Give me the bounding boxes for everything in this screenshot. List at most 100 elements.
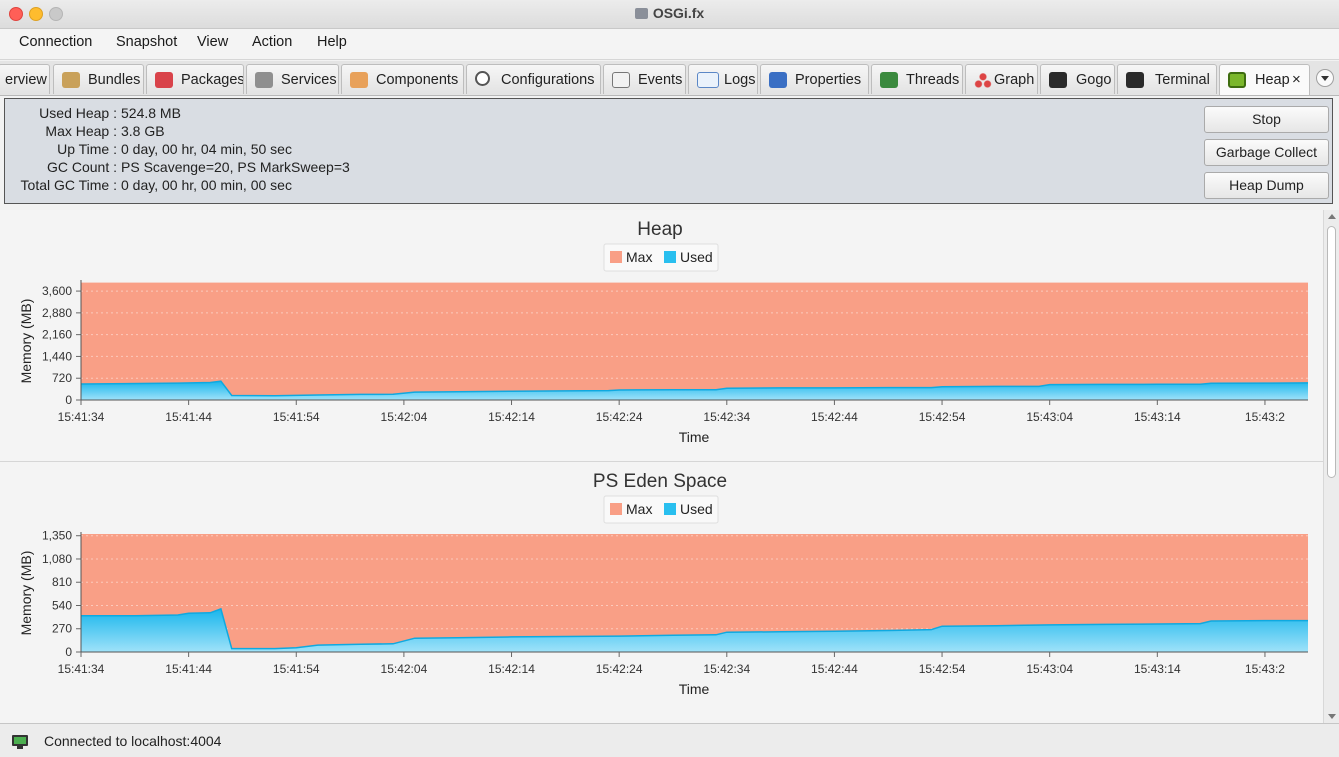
document-icon (634, 8, 648, 19)
x-tick-label: 15:41:44 (165, 662, 212, 676)
tab-label: Graph (994, 72, 1035, 88)
tab-label: Services (281, 72, 337, 88)
tab-label: Heap (1255, 72, 1290, 88)
legend-max-label: Max (626, 501, 652, 517)
tab-label: Terminal (1155, 72, 1210, 88)
x-tick-label: 15:42:24 (596, 410, 643, 424)
tab-services[interactable]: Services (246, 64, 339, 94)
graph-icon (974, 72, 992, 88)
tab-graph[interactable]: Graph (965, 64, 1038, 94)
logs-icon (697, 72, 719, 88)
scroll-up-arrow-icon[interactable] (1328, 214, 1336, 219)
properties-icon (769, 72, 787, 88)
menu-snapshot[interactable]: Snapshot (116, 34, 177, 50)
tab-label: Packages (181, 72, 244, 88)
tab-bundles[interactable]: Bundles (53, 64, 144, 94)
y-tick-label: 0 (65, 393, 72, 407)
x-tick-label: 15:42:04 (381, 662, 428, 676)
x-tick-label: 15:42:54 (919, 662, 966, 676)
connection-status: Connected to localhost:4004 (44, 733, 222, 749)
scroll-down-arrow-icon[interactable] (1328, 714, 1336, 719)
x-tick-label: 15:43:2 (1245, 662, 1285, 676)
tab-label: erview (5, 72, 47, 88)
y-tick-label: 540 (52, 598, 72, 612)
charts-scroll-area: Heap Max Used 0 720 1,440 2,160 2,880 3,600 15:41… (0, 210, 1323, 723)
x-tick-label: 15:41:54 (273, 662, 320, 676)
tab-bar: erview Bundles Packages Services Compone… (0, 61, 1339, 96)
tab-terminal[interactable]: Terminal (1117, 64, 1217, 94)
tab-logs[interactable]: Logs (688, 64, 758, 94)
tab-label: Gogo (1076, 72, 1112, 88)
tab-properties[interactable]: Properties (760, 64, 869, 94)
legend-used-swatch (664, 251, 676, 263)
menu-connection[interactable]: Connection (19, 34, 92, 50)
status-bar: Connected to localhost:4004 (0, 723, 1339, 757)
tab-label: Configurations (501, 72, 595, 88)
monitor-icon (12, 735, 28, 749)
x-axis-label: Time (679, 429, 710, 445)
x-tick-label: 15:43:2 (1245, 410, 1285, 424)
vertical-scrollbar[interactable] (1323, 210, 1339, 723)
legend-max-label: Max (626, 249, 652, 265)
tab-packages[interactable]: Packages (146, 64, 244, 94)
menu-action[interactable]: Action (252, 34, 292, 50)
x-tick-label: 15:43:14 (1134, 410, 1181, 424)
tab-label: Events (638, 72, 683, 88)
x-tick-label: 15:43:04 (1026, 410, 1073, 424)
menu-view[interactable]: View (197, 34, 228, 50)
x-tick-label: 15:42:24 (596, 662, 643, 676)
menu-help[interactable]: Help (317, 34, 347, 50)
tab-label: Properties (795, 72, 862, 88)
scrollbar-thumb[interactable] (1327, 226, 1336, 478)
services-icon (255, 72, 273, 88)
tab-close-icon[interactable]: × (1292, 65, 1301, 95)
ps-eden-space-chart: PS Eden Space Max Used 0 270 540 810 1,080 1,350… (18, 471, 1308, 697)
max-area (81, 282, 1308, 400)
legend-max-swatch (610, 251, 622, 263)
y-tick-label: 270 (52, 622, 72, 636)
tab-label: Threads (906, 72, 960, 88)
terminal-icon (1126, 72, 1144, 88)
x-tick-label: 15:43:14 (1134, 662, 1181, 676)
x-tick-label: 15:41:34 (58, 662, 105, 676)
stop-button[interactable]: Stop (1204, 106, 1329, 133)
legend-used-swatch (664, 503, 676, 515)
y-axis-label: Memory (MB) (18, 299, 34, 384)
heap-dump-button[interactable]: Heap Dump (1204, 172, 1329, 199)
tab-heap[interactable]: Heap × (1219, 64, 1310, 95)
legend-used-label: Used (680, 249, 713, 265)
console-icon (1049, 72, 1067, 88)
x-tick-label: 15:41:54 (273, 410, 320, 424)
info-label: Total GC Time : (20, 177, 117, 193)
tab-overview[interactable]: erview (0, 64, 50, 94)
info-value: 524.8 MB (121, 105, 181, 121)
tab-gogo[interactable]: Gogo (1040, 64, 1115, 94)
legend-used-label: Used (680, 501, 713, 517)
tab-overflow-menu-button[interactable] (1316, 69, 1334, 87)
tab-label: Bundles (88, 72, 141, 88)
y-tick-label: 1,350 (42, 529, 72, 543)
x-tick-label: 15:41:44 (165, 410, 212, 424)
y-tick-label: 1,080 (42, 552, 72, 566)
window-title-wrap: OSGi.fx (0, 0, 1339, 26)
x-tick-label: 15:42:44 (811, 410, 858, 424)
bundles-icon (62, 72, 80, 88)
tab-threads[interactable]: Threads (871, 64, 963, 94)
title-bar: OSGi.fx (0, 0, 1339, 29)
info-value: 3.8 GB (121, 123, 165, 139)
packages-icon (155, 72, 173, 88)
y-tick-label: 0 (65, 645, 72, 659)
tab-events[interactable]: Events (603, 64, 686, 94)
legend-max-swatch (610, 503, 622, 515)
tab-components[interactable]: Components (341, 64, 464, 94)
heap-chart: Heap Max Used 0 720 1,440 2,160 2,880 3,600 15:41… (18, 219, 1309, 445)
tab-label: Components (376, 72, 459, 88)
x-tick-label: 15:42:14 (488, 662, 535, 676)
info-value: PS Scavenge=20, PS MarkSweep=3 (121, 159, 350, 175)
tab-configurations[interactable]: Configurations (466, 64, 601, 94)
garbage-collect-button[interactable]: Garbage Collect (1204, 139, 1329, 166)
info-label: GC Count : (46, 159, 117, 175)
x-tick-label: 15:42:44 (811, 662, 858, 676)
y-axis-label: Memory (MB) (18, 551, 34, 636)
x-tick-label: 15:41:34 (58, 410, 105, 424)
